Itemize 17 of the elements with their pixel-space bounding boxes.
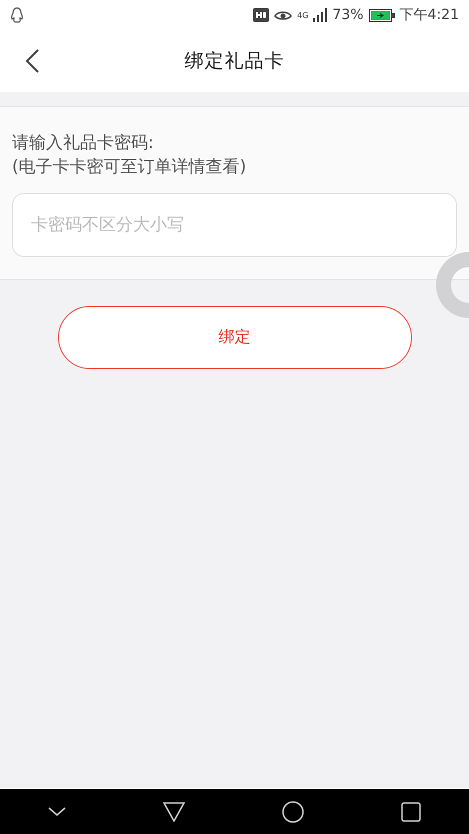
signal-icon (313, 8, 328, 22)
page-title: 绑定礼品卡 (184, 49, 284, 74)
password-field[interactable]: 卡密码不区分大小写 (12, 193, 457, 257)
network-type: 4G (297, 10, 308, 20)
battery-icon (368, 8, 395, 22)
battery-percent: 73% (332, 7, 364, 23)
hd-icon (253, 8, 270, 22)
back-triangle-icon[interactable] (163, 802, 186, 822)
clock-time: 下午4:21 (400, 6, 459, 24)
field-hint: (电子卡卡密可至订单详情查看) (12, 156, 248, 179)
square-icon[interactable] (400, 802, 421, 822)
bind-button[interactable]: 绑定 (58, 306, 412, 369)
penguin-icon (10, 7, 24, 23)
field-label: 请输入礼品卡密码: (12, 132, 155, 155)
home-circle-icon[interactable] (282, 800, 304, 822)
chevron-down-icon[interactable] (48, 806, 66, 816)
back-chevron-icon[interactable] (24, 48, 40, 74)
